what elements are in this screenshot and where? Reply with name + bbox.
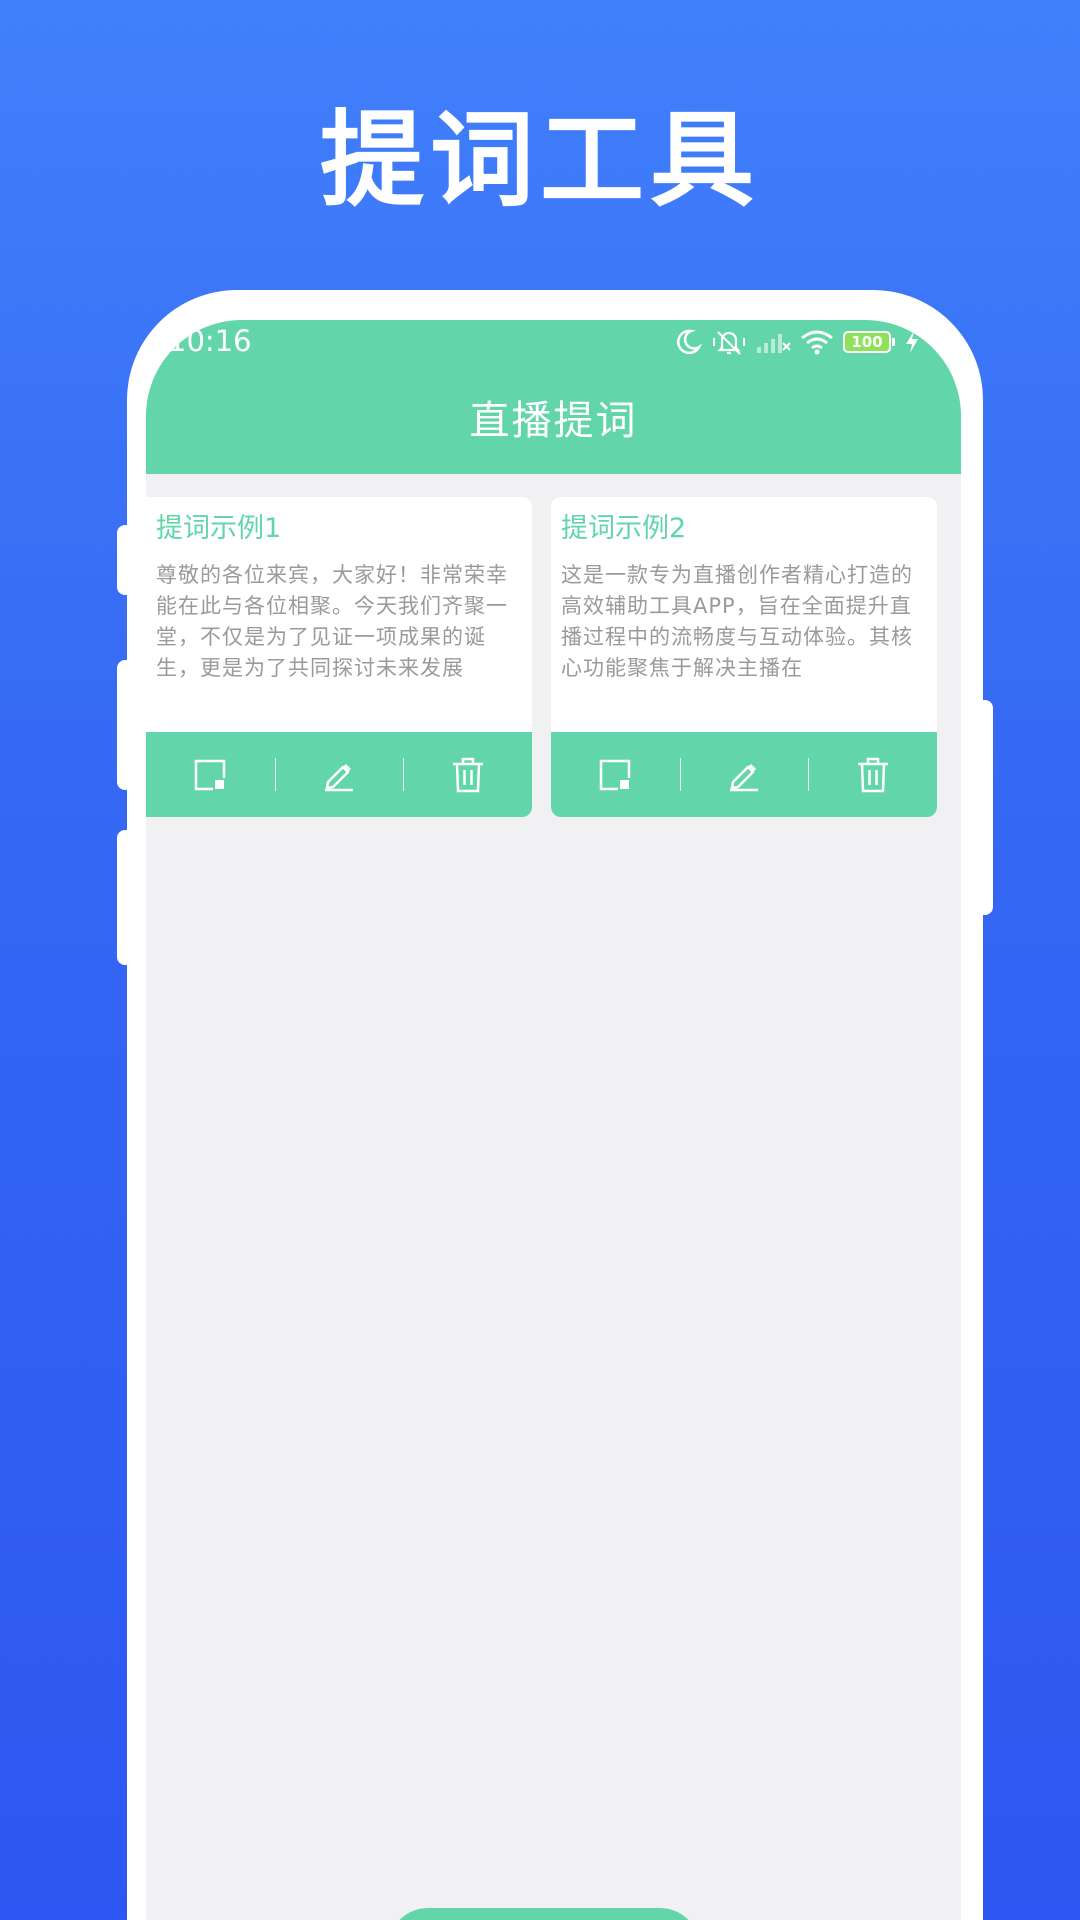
- delete-icon: [452, 757, 483, 792]
- phone-side-button: [117, 525, 133, 595]
- app-header: 10:16 100 直播提词: [146, 320, 961, 474]
- phone-side-button: [977, 700, 993, 915]
- edit-button[interactable]: [274, 732, 404, 817]
- edit-icon: [730, 763, 758, 791]
- moon-icon: [677, 329, 703, 355]
- promo-title: 提词工具: [319, 99, 760, 221]
- muted-bell-icon: [713, 331, 745, 355]
- status-time: 10:16: [168, 324, 252, 358]
- delete-button[interactable]: [403, 732, 532, 817]
- card-action-bar: [146, 732, 532, 817]
- battery-icon: 100: [843, 331, 895, 353]
- delete-icon: [857, 757, 888, 792]
- prompt-card[interactable]: 提词示例1 尊敬的各位来宾，大家好！非常荣幸能在此与各位相聚。今天我们齐聚一堂，…: [146, 497, 532, 817]
- wifi-icon: [801, 330, 833, 355]
- delete-button[interactable]: [808, 732, 937, 817]
- add-prompt-button[interactable]: [388, 1908, 700, 1920]
- open-icon: [600, 759, 631, 790]
- status-icons: 100: [673, 324, 921, 360]
- edit-button[interactable]: [679, 732, 809, 817]
- prompt-card[interactable]: 提词示例2 这是一款专为直播创作者精心打造的高效辅助工具APP，旨在全面提升直播…: [551, 497, 937, 817]
- edit-icon: [325, 763, 353, 791]
- signal-icon: [757, 334, 791, 353]
- card-title: 提词示例1: [156, 513, 282, 544]
- card-preview-text: 这是一款专为直播创作者精心打造的高效辅助工具APP，旨在全面提升直播过程中的流畅…: [561, 563, 913, 680]
- phone-side-button: [117, 660, 133, 790]
- charging-icon: [906, 331, 918, 353]
- open-button[interactable]: [551, 732, 680, 817]
- open-button[interactable]: [146, 732, 275, 817]
- app-title: 直播提词: [469, 398, 638, 444]
- card-preview-text: 尊敬的各位来宾，大家好！非常荣幸能在此与各位相聚。今天我们齐聚一堂，不仅是为了见…: [156, 563, 508, 680]
- card-title: 提词示例2: [561, 513, 687, 544]
- card-action-bar: [551, 732, 937, 817]
- phone-screen: 10:16 100 直播提词 提词示例1 尊敬的各位来宾，大家好！非常荣幸能在此…: [146, 320, 961, 1920]
- phone-side-button: [117, 830, 133, 965]
- open-icon: [195, 759, 226, 790]
